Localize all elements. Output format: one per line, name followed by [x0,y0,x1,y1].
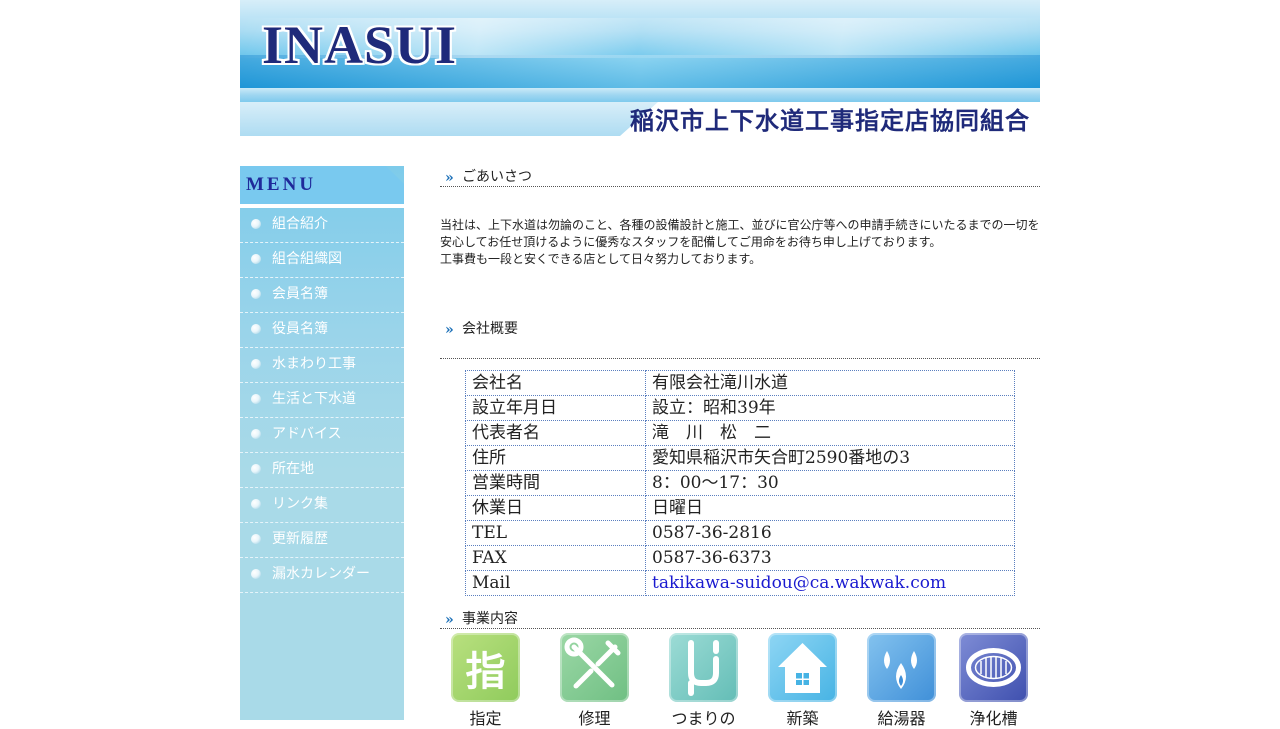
table-row: 住所 愛知県稲沢市矢合町2590番地の3 [465,445,1015,471]
sidebar-item-officers[interactable]: 役員名簿 [240,313,404,348]
company-profile-heading: » 会社概要 [440,318,1040,359]
business-item-designated[interactable]: 指 指定 [451,633,520,728]
septic-tank-icon [959,633,1028,702]
sidebar-item-members[interactable]: 会員名簿 [240,278,404,313]
sidebar-item-history[interactable]: 更新履歴 [240,523,404,558]
bullet-icon [251,324,261,334]
sidebar-item-sewerage[interactable]: 生活と下水道 [240,383,404,418]
header-banner: INASUI [240,0,1040,88]
company-profile-table: 会社名 有限会社滝川水道 設立年月日 設立：昭和39年 代表者名滝 川 松 二 住所… [465,370,1015,596]
email-link[interactable]: takikawa-suidou@ca.wakwak.com [652,573,946,593]
house-icon [768,633,837,702]
pipe-icon [669,633,738,702]
business-item-septic-tank[interactable]: 浄化槽 [959,633,1028,728]
table-row: Mail takikawa-suidou@ca.wakwak.com [465,570,1015,596]
bullet-icon [251,429,261,439]
business-heading: » 事業内容 [440,609,1040,629]
bullet-icon [251,219,261,229]
site-logo[interactable]: INASUI [262,16,457,74]
sidebar-item-org-chart[interactable]: 組合組織図 [240,243,404,278]
table-row: 会社名 有限会社滝川水道 [465,370,1015,396]
double-chevron-icon: » [445,612,454,628]
menu-header: MENU [240,166,404,204]
sidebar-item-links[interactable]: リンク集 [240,488,404,523]
greeting-heading: » ごあいさつ [440,166,1040,187]
table-row: 設立年月日 設立：昭和39年 [465,395,1015,421]
designated-icon: 指 [451,633,520,702]
business-item-new-build[interactable]: 新築 [768,633,837,728]
table-row: TEL 0587-36-2816 [465,520,1015,546]
bullet-icon [251,254,261,264]
business-item-clog[interactable]: つまりの [669,633,738,728]
menu-list: 組合紹介 組合組織図 会員名簿 役員名簿 水まわり工事 生活と下水道 アドバイス… [240,208,404,593]
sidebar-item-location[interactable]: 所在地 [240,453,404,488]
sidebar-menu: MENU 組合紹介 組合組織図 会員名簿 役員名簿 水まわり工事 生活と下水道 … [240,166,404,720]
table-row: 営業時間 8：00～17：30 [465,470,1015,496]
sidebar-item-advice[interactable]: アドバイス [240,418,404,453]
bullet-icon [251,499,261,509]
bullet-icon [251,394,261,404]
double-chevron-icon: » [445,322,454,338]
organization-name: 稲沢市上下水道工事指定店協同組合 [630,106,1030,135]
page-wrapper: INASUI 稲沢市上下水道工事指定店協同組合 MENU 組合紹介 組合組織図 … [240,0,1040,728]
sidebar-item-leak-calendar[interactable]: 漏水カレンダー [240,558,404,593]
table-row: FAX 0587-36-6373 [465,545,1015,571]
wrench-icon [560,633,629,702]
sidebar-item-water-work[interactable]: 水まわり工事 [240,348,404,383]
bullet-icon [251,569,261,579]
bullet-icon [251,359,261,369]
table-row: 休業日 日曜日 [465,495,1015,521]
bullet-icon [251,289,261,299]
menu-title: MENU [246,174,317,195]
business-item-water-heater[interactable]: 給湯器 [867,633,936,728]
main-content: » ごあいさつ 当社は、上下水道は勿論のこと、各種の設備設計と施工、並びに官公庁… [440,166,1040,728]
bullet-icon [251,464,261,474]
sidebar-item-about[interactable]: 組合紹介 [240,208,404,243]
greeting-text: 当社は、上下水道は勿論のこと、各種の設備設計と施工、並びに官公庁等への申請手続き… [440,218,1040,266]
flame-water-icon [867,633,936,702]
table-row: 代表者名滝 川 松 二 [465,420,1015,446]
business-item-repair[interactable]: 修理 [560,633,629,728]
double-chevron-icon: » [445,170,454,186]
bullet-icon [251,534,261,544]
